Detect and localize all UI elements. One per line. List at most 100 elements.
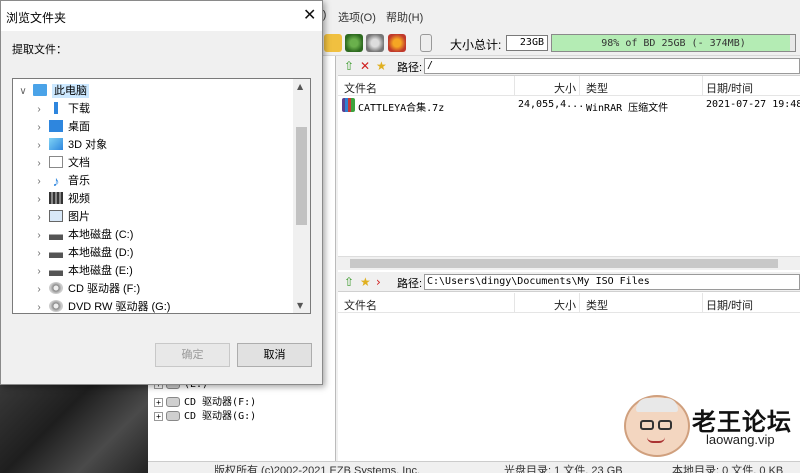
folder-tool-icon[interactable] xyxy=(324,34,342,52)
tree-item-this-pc[interactable]: ∨ 此电脑 xyxy=(17,82,89,100)
chevron-right-icon[interactable]: › xyxy=(33,248,45,259)
tree-item-drive-f[interactable]: › CD 驱动器 (F:) xyxy=(33,280,140,298)
tree-scrollbar[interactable]: ▲ ▼ xyxy=(293,79,310,313)
watermark-hair xyxy=(636,398,678,412)
hard-drive-icon xyxy=(49,228,63,240)
tree-item-drive-d[interactable]: › 本地磁盘 (D:) xyxy=(33,244,133,262)
scrollbar-thumb[interactable] xyxy=(296,127,307,225)
3d-objects-folder-icon xyxy=(49,138,63,150)
new-folder-icon[interactable]: ★ xyxy=(376,59,387,73)
tree-item-downloads[interactable]: › 下载 xyxy=(33,100,90,118)
tree-item-documents[interactable]: › 文档 xyxy=(33,154,90,172)
dvd-drive-icon xyxy=(49,300,63,312)
local-path-field[interactable]: C:\Users\dingy\Documents\My ISO Files xyxy=(424,274,800,290)
hard-drive-icon xyxy=(49,264,63,276)
total-size-label: 大小总计: xyxy=(450,38,502,52)
up-arrow-icon[interactable]: ⇧ xyxy=(344,59,354,73)
chevron-right-icon[interactable]: › xyxy=(33,302,45,313)
go-arrow-icon[interactable]: › xyxy=(376,275,381,289)
chevron-right-icon[interactable]: › xyxy=(33,284,45,295)
col-date[interactable]: 日期/时间 xyxy=(706,80,753,96)
menu-help[interactable]: 帮助(H) xyxy=(386,9,423,25)
desktop-folder-icon xyxy=(49,120,63,132)
virtual-drive-icon[interactable] xyxy=(388,34,406,52)
dialog-titlebar: 浏览文件夹 ✕ xyxy=(1,1,322,31)
col-type[interactable]: 类型 xyxy=(586,297,608,313)
chevron-right-icon[interactable]: › xyxy=(33,230,45,241)
table-row[interactable]: CATTLEYA合集.7z 24,055,4... WinRAR 压缩文件 20… xyxy=(338,96,800,114)
videos-folder-icon xyxy=(49,192,63,204)
column-divider[interactable] xyxy=(514,293,515,313)
dialog-title: 浏览文件夹 xyxy=(6,11,67,25)
tree-item-drive-g[interactable]: › DVD RW 驱动器 (G:) xyxy=(33,298,170,316)
left-tree-item[interactable]: + CD 驱动器(G:) xyxy=(154,407,256,422)
mount-disc-icon[interactable] xyxy=(366,34,384,52)
local-column-header: 文件名 大小 类型 日期/时间 xyxy=(338,293,800,313)
menu-options[interactable]: 选项(O) xyxy=(338,9,376,25)
horizontal-scrollbar[interactable] xyxy=(338,256,800,270)
col-size[interactable]: 大小 xyxy=(554,297,576,313)
close-icon[interactable]: ✕ xyxy=(303,7,316,23)
disc-capacity-bar: 98% of BD 25GB (- 374MB) xyxy=(551,34,796,52)
ok-button[interactable]: 确定 xyxy=(155,343,230,367)
file-name: CATTLEYA合集.7z xyxy=(358,103,445,114)
tree-item-drive-e[interactable]: › 本地磁盘 (E:) xyxy=(33,262,133,280)
tree-item-music[interactable]: › ♪ 音乐 xyxy=(33,172,90,190)
pictures-folder-icon xyxy=(49,210,63,222)
properties-icon[interactable] xyxy=(420,34,432,52)
col-filename[interactable]: 文件名 xyxy=(344,80,377,96)
tree-item-desktop[interactable]: › 桌面 xyxy=(33,118,90,136)
watermark-url: laowang.vip xyxy=(706,432,775,447)
file-type: WinRAR 压缩文件 xyxy=(586,103,669,114)
watermark-glasses xyxy=(640,420,654,430)
col-size[interactable]: 大小 xyxy=(554,80,576,96)
music-folder-icon: ♪ xyxy=(52,173,60,189)
documents-folder-icon xyxy=(49,156,63,168)
chevron-right-icon[interactable]: › xyxy=(33,266,45,277)
scrollbar-thumb[interactable] xyxy=(350,259,778,268)
tree-item-videos[interactable]: › 视频 xyxy=(33,190,90,208)
burn-disc-icon[interactable] xyxy=(345,34,363,52)
scroll-up-icon[interactable]: ▲ xyxy=(297,82,303,91)
column-divider[interactable] xyxy=(579,293,580,313)
column-divider[interactable] xyxy=(702,76,703,96)
col-type[interactable]: 类型 xyxy=(586,80,608,96)
hard-drive-icon xyxy=(49,246,63,258)
chevron-right-icon[interactable]: › xyxy=(33,122,45,133)
up-arrow-icon[interactable]: ⇧ xyxy=(344,275,354,289)
left-tree-item[interactable]: + CD 驱动器(F:) xyxy=(154,393,256,408)
tree-item-3d-objects[interactable]: › 3D 对象 xyxy=(33,136,107,154)
scroll-down-icon[interactable]: ▼ xyxy=(297,301,303,310)
chevron-right-icon[interactable]: › xyxy=(33,158,45,169)
chevron-down-icon[interactable]: ∨ xyxy=(17,86,29,97)
file-size: 24,055,4... xyxy=(518,99,585,110)
chevron-right-icon[interactable]: › xyxy=(33,104,45,115)
chevron-right-icon[interactable]: › xyxy=(33,176,45,187)
column-divider[interactable] xyxy=(514,76,515,96)
disc-dir-status: 光盘目录: 1 文件, 23 GB xyxy=(504,465,623,473)
col-filename[interactable]: 文件名 xyxy=(344,297,377,313)
delete-icon[interactable]: ✕ xyxy=(360,59,370,73)
column-divider[interactable] xyxy=(579,76,580,96)
column-divider[interactable] xyxy=(702,293,703,313)
iso-path-bar: ⇧ ✕ ★ 路径: / xyxy=(338,56,800,76)
col-date[interactable]: 日期/时间 xyxy=(706,297,753,313)
total-size-value: 23GB xyxy=(506,35,548,51)
folder-tree: ∨ 此电脑 › 下载 › 桌面 › 3D 对象 › 文档 › ♪ 音乐 › 视频 › 图片 › 本地… xyxy=(12,78,311,314)
local-path-bar: ⇧ ★ › 路径: C:\Users\dingy\Documents\My IS… xyxy=(338,272,800,292)
file-panes: ⇧ ✕ ★ 路径: / 文件名 大小 类型 日期/时间 CATTLEYA合集.7… xyxy=(338,56,800,461)
tree-item-pictures[interactable]: › 图片 xyxy=(33,208,90,226)
file-date: 2021-07-27 19:48 xyxy=(706,99,800,110)
cancel-button[interactable]: 取消 xyxy=(237,343,312,367)
chevron-right-icon[interactable]: › xyxy=(33,194,45,205)
winrar-archive-icon xyxy=(342,98,355,112)
path-label: 路径: xyxy=(397,278,423,290)
background-photo xyxy=(0,380,150,473)
chevron-right-icon[interactable]: › xyxy=(33,140,45,151)
chevron-right-icon[interactable]: › xyxy=(33,212,45,223)
tree-item-drive-c[interactable]: › 本地磁盘 (C:) xyxy=(33,226,133,244)
iso-path-field[interactable]: / xyxy=(424,58,800,74)
status-bar: 版权所有 (c)2002-2021 EZB Systems, Inc. 光盘目录… xyxy=(148,461,800,473)
cd-drive-icon xyxy=(49,282,63,294)
new-folder-icon[interactable]: ★ xyxy=(360,275,371,289)
